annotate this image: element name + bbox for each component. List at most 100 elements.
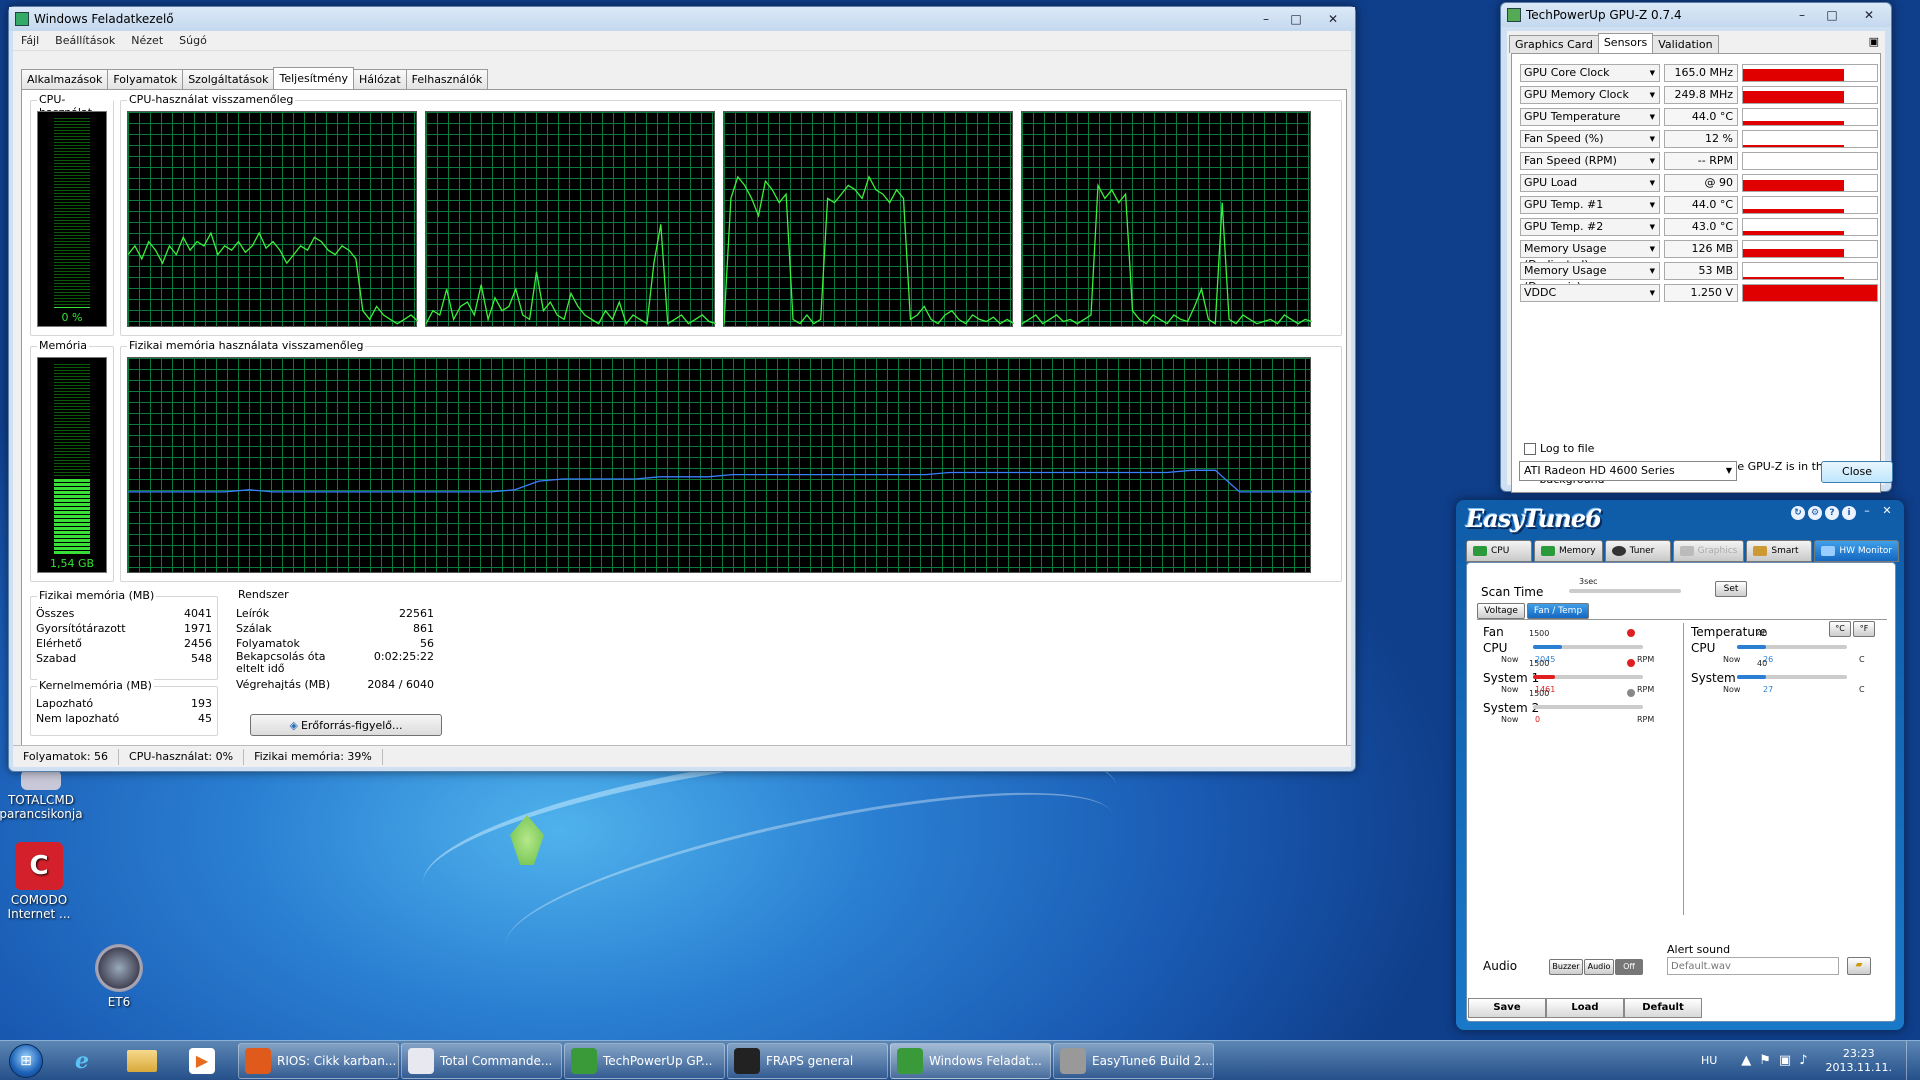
sensor-name-dropdown[interactable]: GPU Memory Clock bbox=[1520, 86, 1660, 104]
tab-memory[interactable]: Memory bbox=[1534, 540, 1603, 562]
taskbar-button[interactable]: EasyTune6 Build 2... bbox=[1053, 1042, 1214, 1079]
taskbar-button-label: TechPowerUp GP... bbox=[603, 1053, 713, 1068]
scan-time-slider[interactable] bbox=[1569, 589, 1681, 593]
gpu-select-dropdown[interactable]: ATI Radeon HD 4600 Series bbox=[1519, 461, 1737, 481]
clock[interactable]: 23:23 2013.11.11. bbox=[1826, 1047, 1892, 1075]
sensor-name-dropdown[interactable]: GPU Temp. #1 bbox=[1520, 196, 1660, 214]
tab-hw-monitor[interactable]: HW Monitor bbox=[1814, 540, 1900, 562]
temp-slider[interactable] bbox=[1737, 645, 1847, 649]
sensor-name-dropdown[interactable]: Fan Speed (RPM) bbox=[1520, 152, 1660, 170]
tab-graphics-card[interactable]: Graphics Card bbox=[1509, 35, 1599, 53]
help-icon[interactable]: ? bbox=[1825, 506, 1839, 520]
taskbar-button[interactable]: RIOS: Cikk karban... bbox=[238, 1042, 399, 1079]
gpuz-close-button[interactable]: Close bbox=[1821, 461, 1893, 483]
network-icon[interactable]: ▣ bbox=[1779, 1053, 1791, 1068]
buzzer-button[interactable]: Buzzer bbox=[1549, 959, 1583, 975]
close-button[interactable]: ✕ bbox=[1878, 504, 1896, 520]
tab-tuner[interactable]: Tuner bbox=[1604, 540, 1671, 562]
tab-cpu[interactable]: CPU bbox=[1466, 540, 1532, 562]
tab-applications[interactable]: Alkalmazások bbox=[21, 69, 109, 89]
fan-slider[interactable] bbox=[1533, 645, 1643, 649]
info-icon[interactable]: i bbox=[1842, 506, 1856, 520]
taskbar-button[interactable]: Total Commande... bbox=[401, 1042, 562, 1079]
maximize-button[interactable]: □ bbox=[1281, 9, 1311, 29]
minimize-button[interactable]: – bbox=[1251, 9, 1281, 29]
subtab-voltage[interactable]: Voltage bbox=[1477, 603, 1525, 619]
taskbar-button[interactable]: FRAPS general bbox=[727, 1042, 888, 1079]
tab-sensors[interactable]: Sensors bbox=[1597, 33, 1654, 53]
resource-monitor-button[interactable]: ◈ Erőforrás-figyelő... bbox=[250, 714, 442, 736]
tab-graphics[interactable]: Graphics bbox=[1672, 540, 1745, 562]
load-button[interactable]: Load bbox=[1546, 998, 1624, 1018]
fan-alert-indicator[interactable] bbox=[1627, 659, 1635, 667]
off-button[interactable]: Off bbox=[1615, 959, 1643, 975]
tab-users[interactable]: Felhasználók bbox=[405, 69, 489, 89]
pinned-explorer[interactable] bbox=[112, 1042, 172, 1080]
fan-alert-indicator[interactable] bbox=[1627, 629, 1635, 637]
tab-label: HW Monitor bbox=[1839, 546, 1893, 556]
sensor-row: VDDC1.250 V bbox=[1520, 282, 1882, 304]
refresh-icon[interactable]: ↻ bbox=[1791, 506, 1805, 520]
system-header: Rendszer bbox=[236, 588, 291, 601]
desktop-icon-comodo[interactable]: C COMODO Internet ... bbox=[0, 842, 84, 921]
tab-services[interactable]: Szolgáltatások bbox=[182, 69, 275, 89]
tab-processes[interactable]: Folyamatok bbox=[107, 69, 184, 89]
sensor-name-dropdown[interactable]: Fan Speed (%) bbox=[1520, 130, 1660, 148]
minimize-button[interactable]: – bbox=[1787, 5, 1817, 25]
maximize-button[interactable]: □ bbox=[1817, 5, 1847, 25]
history-line bbox=[1022, 183, 1312, 325]
sensor-name-dropdown[interactable]: Memory Usage (Dynamic) bbox=[1520, 262, 1660, 293]
celsius-toggle[interactable]: °C bbox=[1829, 621, 1851, 637]
taskbar-button[interactable]: TechPowerUp GP... bbox=[564, 1042, 725, 1079]
tab-validation[interactable]: Validation bbox=[1652, 35, 1719, 53]
sensor-name-dropdown[interactable]: GPU Temp. #2 bbox=[1520, 218, 1660, 236]
fahrenheit-toggle[interactable]: °F bbox=[1853, 621, 1875, 637]
default-button[interactable]: Default bbox=[1624, 998, 1702, 1018]
audio-button[interactable]: Audio bbox=[1584, 959, 1614, 975]
save-button[interactable]: Save bbox=[1468, 998, 1546, 1018]
start-button[interactable]: ⊞ bbox=[0, 1041, 52, 1080]
sensor-graph-fill bbox=[1743, 249, 1844, 257]
sensor-name-dropdown[interactable]: GPU Core Clock bbox=[1520, 64, 1660, 82]
tab-smart[interactable]: Smart bbox=[1746, 540, 1813, 562]
fan-slider[interactable] bbox=[1533, 675, 1643, 679]
desktop-icon-totalcmd[interactable]: TOTALCMD parancsikonja bbox=[0, 770, 86, 821]
now-label: Now bbox=[1501, 655, 1519, 664]
temp-slider[interactable] bbox=[1737, 675, 1847, 679]
action-center-flag-icon[interactable]: ⚑ bbox=[1759, 1053, 1771, 1068]
camera-icon[interactable]: ▣ bbox=[1869, 35, 1879, 53]
set-button[interactable]: Set bbox=[1715, 581, 1747, 597]
wav-file-input[interactable] bbox=[1667, 957, 1839, 975]
settings-icon[interactable]: ⚙ bbox=[1808, 506, 1822, 520]
show-desktop-button[interactable] bbox=[1906, 1040, 1920, 1080]
fan-alert-indicator[interactable] bbox=[1627, 689, 1635, 697]
close-button[interactable]: ✕ bbox=[1847, 5, 1891, 25]
tab-networking[interactable]: Hálózat bbox=[353, 69, 407, 89]
sensor-name-dropdown[interactable]: VDDC bbox=[1520, 284, 1660, 302]
sensor-graph bbox=[1742, 284, 1878, 302]
tab-performance[interactable]: Teljesítmény bbox=[273, 67, 355, 89]
sensor-name-dropdown[interactable]: Memory Usage (Dedicated) bbox=[1520, 240, 1660, 271]
subtab-fan-temp[interactable]: Fan / Temp bbox=[1527, 603, 1589, 619]
sensor-name-dropdown[interactable]: GPU Temperature bbox=[1520, 108, 1660, 126]
menu-options[interactable]: Beállítások bbox=[47, 34, 123, 47]
log-to-file-checkbox[interactable]: Log to file bbox=[1524, 442, 1594, 455]
taskbar-button[interactable]: Windows Feladat... bbox=[890, 1042, 1051, 1079]
menu-file[interactable]: Fájl bbox=[13, 34, 47, 47]
pinned-ie[interactable]: e bbox=[52, 1042, 112, 1080]
gpuz-titlebar[interactable]: TechPowerUp GPU-Z 0.7.4 – □ ✕ bbox=[1501, 3, 1891, 27]
pinned-media-player[interactable]: ▶ bbox=[172, 1042, 232, 1080]
checkbox-box[interactable] bbox=[1524, 442, 1536, 455]
browse-folder-button[interactable]: ▰ bbox=[1847, 957, 1871, 975]
close-button[interactable]: ✕ bbox=[1311, 9, 1355, 29]
task-manager-titlebar[interactable]: Windows Feladatkezelő – □ ✕ bbox=[9, 7, 1355, 31]
menu-view[interactable]: Nézet bbox=[123, 34, 171, 47]
sensor-name-dropdown[interactable]: GPU Load bbox=[1520, 174, 1660, 192]
language-indicator[interactable]: HU bbox=[1701, 1054, 1717, 1067]
fan-slider[interactable] bbox=[1533, 705, 1643, 709]
desktop-icon-et6[interactable]: ET6 bbox=[74, 944, 164, 1009]
show-hidden-icons-icon[interactable]: ▲ bbox=[1741, 1053, 1751, 1068]
volume-icon[interactable]: ♪ bbox=[1799, 1053, 1807, 1068]
menu-help[interactable]: Súgó bbox=[171, 34, 215, 47]
minimize-button[interactable]: – bbox=[1858, 504, 1876, 520]
